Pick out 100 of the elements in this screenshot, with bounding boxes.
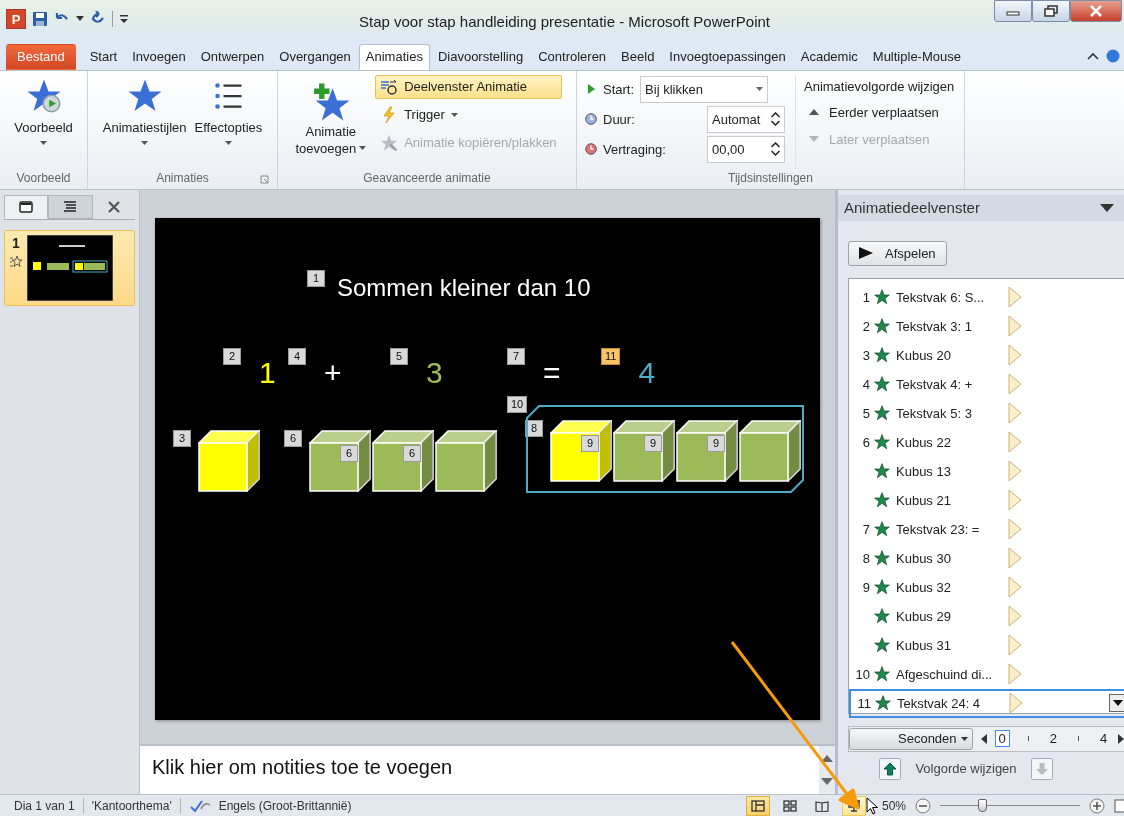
animation-tag[interactable]: 3 [173,429,191,447]
animation-pane-button[interactable]: Deelvenster Animatie [375,74,562,99]
animation-tag[interactable]: 5 [390,347,408,365]
dropdown-icon[interactable] [1100,203,1114,212]
equation-text[interactable]: 3 [426,357,443,388]
ribbon-tab[interactable]: Multiple-Mouse [865,43,968,70]
save-icon[interactable] [32,11,48,27]
slide-thumbnail-row[interactable]: 1 [4,229,135,306]
fit-window-icon[interactable] [1114,798,1124,813]
zoom-slider-thumb[interactable] [978,798,987,812]
caret-icon [1113,700,1123,707]
group-label: Tijdsinstellingen [728,169,813,187]
caret-icon[interactable] [76,16,84,22]
item-dropdown-button[interactable] [1109,694,1124,713]
animation-list-item[interactable]: 11 Tekstvak 24: 4 [849,688,1124,718]
seconds-dropdown[interactable]: Seconden [849,727,973,750]
animation-list-item[interactable]: 7 Tekstvak 23: = [849,514,1124,544]
theme-name[interactable]: 'Kantoorthema' [91,798,172,813]
normal-view-button[interactable] [745,795,770,816]
equation-text[interactable]: + [324,357,342,388]
slides-tab[interactable] [4,194,49,219]
animation-tag[interactable]: 1 [307,269,325,287]
animation-list-item[interactable]: 10 Afgeschuind di... [849,659,1124,689]
minimize-button[interactable] [994,0,1032,22]
maximize-button[interactable] [1032,0,1070,22]
animation-tag[interactable]: 11 [601,347,621,365]
entrance-star-icon [874,434,890,451]
zoom-out-button[interactable] [914,796,932,815]
zoom-level[interactable]: 50% [881,798,906,813]
spellcheck-icon[interactable] [188,798,211,813]
animation-list-item[interactable]: 3 Kubus 20 [849,340,1124,370]
scroll-up-icon[interactable] [821,754,833,763]
collapse-ribbon-icon[interactable] [1087,50,1099,61]
bevel-shape-outline[interactable] [525,403,805,494]
animation-styles-button[interactable]: Animatiestijlen [99,74,190,169]
animation-list-item[interactable]: 1 Tekstvak 6: S... [849,282,1124,312]
animation-list-item[interactable]: 6 Kubus 22 [849,427,1124,457]
help-icon[interactable] [1106,48,1120,63]
slide-title[interactable]: Sommen kleiner dan 10 [337,273,591,302]
move-earlier-button[interactable]: Eerder verplaatsen [804,103,955,121]
ribbon-tab[interactable]: Start [82,43,125,70]
zoom-in-button[interactable] [1088,796,1106,815]
ribbon-tab[interactable]: Invoegen [125,43,193,70]
timing-bar-icon [1008,663,1022,686]
clock-icon [585,113,597,126]
close-icon [107,200,120,213]
file-tab[interactable]: Bestand [6,43,76,70]
animation-tag[interactable]: 10 [507,395,528,413]
cube-group[interactable]: 6 6 6 [284,413,497,492]
dialog-launcher-icon[interactable] [260,174,269,184]
start-dropdown[interactable]: Bij klikken [640,75,769,103]
ribbon-tab[interactable]: Academic [793,43,865,70]
entrance-star-icon [874,608,890,625]
ribbon-tab[interactable]: Diavoorstelling [430,43,531,70]
animation-list-item[interactable]: 9 Kubus 32 [849,572,1124,602]
ribbon-tab[interactable]: Overgangen [272,43,358,70]
ribbon-tab[interactable]: Invoegtoepassingen [662,43,793,70]
animation-tag[interactable]: 2 [223,347,241,365]
outline-tab[interactable] [48,194,93,219]
field-label: Start: [603,81,635,97]
animation-tag[interactable]: 6 [284,429,302,447]
ribbon-tab[interactable]: Beeld [614,43,662,70]
ribbon-tab[interactable]: Controleren [531,43,614,70]
preview-button[interactable]: Voorbeeld [11,74,76,169]
app-logo[interactable]: P [6,9,26,29]
move-up-button[interactable] [879,757,902,780]
scroll-right-icon[interactable] [1118,733,1124,744]
play-button[interactable]: Afspelen [848,240,947,266]
equation-text[interactable]: 1 [259,357,276,388]
zoom-slider[interactable] [940,797,1080,814]
ribbon-tab[interactable]: Animaties [358,43,430,70]
language-indicator[interactable]: Engels (Groot-Brittannië) [218,798,352,813]
slide-thumbnail[interactable] [27,234,113,301]
ribbon-tab[interactable]: Ontwerpen [193,43,272,70]
close-button[interactable] [1070,0,1122,22]
animation-list-item[interactable]: Kubus 21 [849,485,1124,515]
equation-text[interactable]: = [543,357,561,388]
animation-number: 7 [862,521,870,537]
animation-list-item[interactable]: 2 Tekstvak 3: 1 [849,311,1124,341]
spinner-field[interactable]: 00,00 [707,135,785,163]
customize-icon[interactable] [119,14,129,24]
effect-options-button[interactable]: Effectopties [191,74,266,169]
add-animation-button[interactable]: Animatie toevoegen [292,74,370,169]
animation-label: Kubus 29 [895,608,952,624]
animation-tag[interactable]: 7 [507,347,525,365]
scroll-down-icon[interactable] [821,778,833,787]
animation-list-item[interactable]: 8 Kubus 30 [849,543,1124,573]
trigger-button[interactable]: Trigger [375,102,562,127]
cube-group[interactable]: 3 [173,413,260,492]
animation-list-item[interactable]: 4 Tekstvak 4: + [849,369,1124,399]
animation-tag[interactable]: 4 [288,347,306,365]
cube-group[interactable]: 10 8 9 9 9 [507,395,815,494]
animation-list-item[interactable]: 5 Tekstvak 5: 3 [849,398,1124,428]
animation-list-item[interactable]: Kubus 29 [849,601,1124,631]
slide-canvas[interactable]: 1 Sommen kleiner dan 10 2 1 4 + 5 3 7 = 11 4 3 6 6 6 10 8 9 9 9 [155,217,820,720]
animation-list-item[interactable]: Kubus 31 [849,630,1124,660]
scroll-left-icon[interactable] [980,733,987,744]
equation-text[interactable]: 4 [638,357,656,388]
animation-list-item[interactable]: Kubus 13 [849,456,1124,486]
spinner-field[interactable]: Automat [707,105,785,133]
